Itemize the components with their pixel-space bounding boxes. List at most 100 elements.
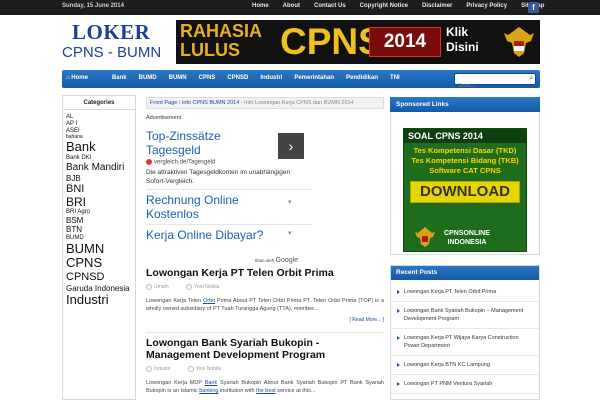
facebook-icon[interactable]: f <box>528 2 539 13</box>
ad-block: Top-Zinssätze Tagesgeld › vergleich.de/T… <box>146 129 312 263</box>
folder-icon <box>146 366 152 372</box>
nav-pendidikan[interactable]: Pendidikan <box>346 75 378 81</box>
ad-footer[interactable]: Iklan oleh Google <box>255 257 298 264</box>
post-title[interactable]: Lowongan Kerja PT Telen Orbit Prima <box>146 267 384 279</box>
banner-cta: Klik Disini <box>446 25 479 55</box>
cpns-ad-title: SOAL CPNS 2014 <box>404 129 526 143</box>
nav-bumn[interactable]: BUMN <box>169 75 187 81</box>
top-bar: Sunday, 15 June 2014 Home About Contact … <box>0 0 600 15</box>
recent-post-item[interactable]: Lowongan Bank Syariah Bukopin – Manageme… <box>391 302 539 329</box>
main-nav: ⌂ Home Bank BUMD BUMN CPNS CPNSD Industr… <box>62 70 540 91</box>
category-item[interactable]: CPNS <box>63 256 135 271</box>
ad-description: Die attraktiven Tagesgeldkonten im unabh… <box>146 168 291 185</box>
post-category[interactable]: Umum <box>146 284 177 290</box>
ad-arrow-icon[interactable]: › <box>278 133 304 159</box>
top-link-disclaimer[interactable]: Disclaimer <box>422 3 452 9</box>
nav-home[interactable]: Home <box>71 75 88 81</box>
category-item[interactable]: BRI Agro <box>63 209 135 216</box>
cpns-ad-brand: CPNSONLINE INDONESIA <box>444 229 490 247</box>
excerpt-text: institution with <box>218 388 257 395</box>
search-box: ⌕ <box>454 73 536 91</box>
category-item[interactable]: AP I <box>63 121 135 128</box>
user-icon <box>186 284 193 290</box>
excerpt-link[interactable]: the best <box>256 388 276 394</box>
breadcrumb-current: Info Lowongan Kerja CPNS dan BUMN 2014 <box>244 100 354 106</box>
ad-link-1[interactable]: Rechnung Online Kostenlos <box>146 193 256 221</box>
breadcrumb: Front Page / Info CPNS BUMN 2014 - Info … <box>146 97 384 109</box>
ad-title[interactable]: Top-Zinssätze Tagesgeld <box>146 129 266 157</box>
nav-pemerintahan[interactable]: Pemerintahan <box>294 75 334 81</box>
garuda-emblem-icon <box>415 227 435 247</box>
category-item[interactable]: Bank Mandiri <box>63 162 135 174</box>
excerpt-link[interactable]: Bank <box>205 380 218 386</box>
search-icon[interactable]: ⌕ <box>529 75 533 83</box>
ad-link-row[interactable]: Rechnung Online Kostenlos ▾ <box>146 188 312 221</box>
category-item[interactable]: BTN <box>63 225 135 234</box>
recent-post-item[interactable]: Lowongan Kerja PT Wijaya Karya Construct… <box>391 329 539 356</box>
banner-line1: RAHASIA <box>180 21 263 41</box>
read-more-link[interactable]: [ Read More... ] <box>146 317 384 323</box>
chevron-down-icon: ▾ <box>288 198 292 206</box>
top-link-home[interactable]: Home <box>252 3 269 9</box>
top-link-about[interactable]: About <box>283 3 300 9</box>
chevron-down-icon: ▾ <box>288 229 292 237</box>
post-author[interactable]: Yoni Nobita <box>186 284 227 290</box>
banner-cta-line1: Klik <box>446 25 469 39</box>
category-item[interactable]: BRI <box>63 195 135 210</box>
excerpt-link[interactable]: banking <box>199 388 218 394</box>
recent-post-item[interactable]: Lowongan PT PNM Ventura Syariah <box>391 375 539 394</box>
post-category-text: Industri <box>154 366 171 373</box>
nav-cpnsd[interactable]: CPNSD <box>227 75 248 81</box>
excerpt-text: Lowongan Kerja MDP <box>146 380 205 387</box>
ad-link-row[interactable]: Kerja Online Dibayar? ▾ <box>146 223 312 242</box>
excerpt-link[interactable]: Orbit <box>203 298 215 304</box>
cpns-ad-line: Tes Kompetensi Bidang (TKB) <box>411 156 519 165</box>
recent-post-item[interactable]: Lowongan Kerja BTN KC Lampung <box>391 356 539 375</box>
post-author-text: Yoni Nobita <box>195 366 222 373</box>
recent-post-item[interactable]: Lowongan Kerja PT Telen Orbit Prima <box>391 283 539 302</box>
category-item[interactable]: BJB <box>63 174 135 183</box>
post-meta: Industri Yoni Nobita <box>146 366 384 372</box>
ad-footer-brand: Google <box>275 257 299 264</box>
categories-list: AL AP I ASEI bahana Bank Bank DKI Bank Mandiri… <box>63 110 135 308</box>
header-banner[interactable]: RAHASIA LULUS CPNS 2014 Klik Disini <box>176 20 540 64</box>
top-link-privacy[interactable]: Privacy Policy <box>466 3 507 9</box>
category-item[interactable]: AL <box>63 114 135 121</box>
current-date: Sunday, 15 June 2014 <box>62 3 124 9</box>
nav-cpns[interactable]: CPNS <box>199 75 216 81</box>
banner-line2: LULUS <box>180 40 240 60</box>
recent-posts-widget: Recent Posts Lowongan Kerja PT Telen Orb… <box>390 265 540 400</box>
search-input[interactable] <box>455 81 523 91</box>
nav-bank[interactable]: Bank <box>112 75 127 81</box>
sponsored-links-widget: Sponsored Links SOAL CPNS 2014 Tes Kompe… <box>390 97 540 255</box>
top-link-contact[interactable]: Contact Us <box>314 3 346 9</box>
user-icon <box>187 366 194 372</box>
breadcrumb-category[interactable]: Info CPNS BUMN 2014 <box>182 100 239 106</box>
post-divider <box>146 332 384 333</box>
breadcrumb-home[interactable]: Front Page <box>150 100 177 106</box>
nav-industri[interactable]: Industri <box>260 75 282 81</box>
post-category[interactable]: Industri <box>146 366 178 372</box>
ad-url[interactable]: vergleich.de/Tagesgeld <box>146 159 312 166</box>
category-item[interactable]: Industri <box>63 292 135 308</box>
category-item[interactable]: CPNSD <box>63 271 135 284</box>
excerpt-text: Lowongan Kerja Telen <box>146 298 204 305</box>
download-button[interactable]: DOWNLOAD <box>410 181 520 203</box>
category-item[interactable]: Bank DKI <box>63 155 135 162</box>
category-item[interactable]: BSM <box>63 216 135 225</box>
cpns-ad-brand-line: INDONESIA <box>447 239 487 246</box>
post-title[interactable]: Lowongan Bank Syariah Bukopin - Manageme… <box>146 337 384 361</box>
cpns-ad-brand-line: CPNSONLINE <box>444 230 490 237</box>
site-logo[interactable]: LOKER CPNS - BUMN <box>62 20 170 64</box>
ad-footer-text: Iklan oleh <box>255 258 275 263</box>
post-author[interactable]: Yoni Nobita <box>187 366 229 373</box>
nav-home-icon[interactable]: ⌂ Home <box>66 75 100 81</box>
excerpt-text: service at this... <box>275 388 316 395</box>
nav-bumd[interactable]: BUMD <box>139 75 157 81</box>
category-item[interactable]: BNI <box>63 183 135 196</box>
cpns-ad-banner[interactable]: SOAL CPNS 2014 Tes Kompetensi Dasar (TKD… <box>403 128 527 252</box>
category-item[interactable]: Bank <box>63 139 135 155</box>
nav-tni[interactable]: TNI <box>390 75 400 81</box>
top-link-copyright[interactable]: Copyright Notice <box>360 3 408 9</box>
category-item[interactable]: BUMN <box>63 241 135 257</box>
